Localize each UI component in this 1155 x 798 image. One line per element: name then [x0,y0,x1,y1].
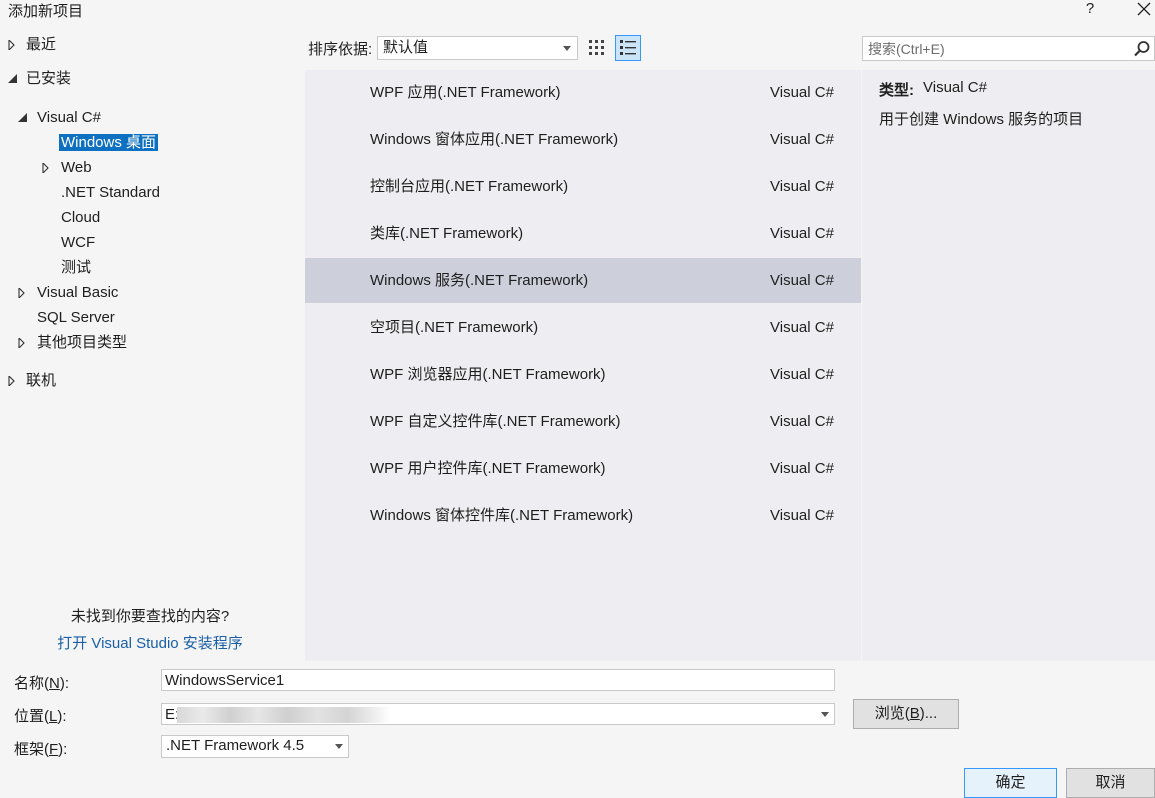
open-installer-link[interactable]: 打开 Visual Studio 安装程序 [0,632,300,653]
template-language: Visual C# [770,507,834,524]
name-field[interactable] [162,670,834,690]
template-row[interactable]: Windows 窗体应用(.NET Framework) Visual C# [305,117,861,162]
close-button[interactable] [1134,0,1154,19]
sort-label: 排序依据: [308,41,373,58]
collapse-arrow-icon[interactable] [8,68,18,90]
framework-value: .NET Framework 4.5 [166,737,305,754]
template-language: Visual C# [770,84,834,101]
name-label: 名称(N): [14,675,70,692]
expand-arrow-icon[interactable] [8,370,18,392]
tree-item-label: 其他项目类型 [37,334,128,351]
template-language: Visual C# [770,272,834,289]
template-language: Visual C# [770,460,834,477]
tree-item-label: Visual C# [37,109,101,126]
template-language: Visual C# [770,225,834,242]
template-name: Windows 窗体应用(.NET Framework) [370,131,619,148]
list-view-icon [620,40,636,55]
name-field-box[interactable] [161,669,835,691]
template-row[interactable]: WPF 浏览器应用(.NET Framework) Visual C# [305,352,861,397]
browse-button[interactable]: 浏览(B)... [853,699,959,729]
search-input[interactable] [863,37,1123,60]
tree-item-label: SQL Server [37,309,115,326]
template-name: WPF 浏览器应用(.NET Framework) [370,366,606,383]
expand-arrow-icon[interactable] [18,282,28,304]
template-row[interactable]: 控制台应用(.NET Framework) Visual C# [305,164,861,209]
details-pane: 类型: Visual C# 用于创建 Windows 服务的项目 [862,70,1155,661]
template-row[interactable]: Windows 窗体控件库(.NET Framework) Visual C# [305,493,861,538]
template-name: 空项目(.NET Framework) [370,319,539,336]
expand-arrow-icon[interactable] [42,157,52,179]
type-value: Visual C# [923,79,987,96]
type-label: 类型: [879,82,914,99]
template-row[interactable]: WPF 应用(.NET Framework) Visual C# [305,70,861,115]
chevron-down-icon [335,744,343,749]
tree-item-wcf[interactable]: WCF [61,232,95,256]
location-label: 位置(L): [14,708,67,725]
template-row-selected[interactable]: Windows 服务(.NET Framework) Visual C# [305,258,861,303]
location-combo[interactable] [161,703,835,725]
tree-item-label: 最近 [26,36,57,53]
search-box[interactable] [862,36,1155,61]
tree-item-label: Web [61,159,92,176]
template-name: WPF 应用(.NET Framework) [370,84,561,101]
template-description: 用于创建 Windows 服务的项目 [879,111,1084,128]
close-icon [1137,2,1151,16]
tree-item-net-standard[interactable]: .NET Standard [61,182,160,206]
template-row[interactable]: 空项目(.NET Framework) Visual C# [305,305,861,350]
template-language: Visual C# [770,366,834,383]
sort-select-value: 默认值 [383,39,429,56]
cancel-button[interactable]: 取消 [1066,768,1155,798]
tree-item-label: WCF [61,234,96,251]
template-name: WPF 自定义控件库(.NET Framework) [370,413,621,430]
collapse-arrow-icon[interactable] [18,107,28,129]
template-name: Windows 服务(.NET Framework) [370,272,589,289]
tree-item-windows-desktop[interactable]: Windows 桌面 [59,132,159,156]
list-view-button[interactable] [615,35,641,61]
dialog-title: 添加新项目 [8,3,84,20]
tree-item-label: .NET Standard [61,184,160,201]
grid-view-icon [589,40,604,55]
template-list: WPF 应用(.NET Framework) Visual C# Windows… [305,70,861,661]
tree-item-label: 测试 [61,259,92,276]
template-name: Windows 窗体控件库(.NET Framework) [370,507,634,524]
help-button[interactable]: ? [1080,0,1100,18]
template-name: WPF 用户控件库(.NET Framework) [370,460,606,477]
tree-item-label: 已安装 [26,70,72,87]
template-language: Visual C# [770,178,834,195]
chevron-down-icon [563,46,571,51]
not-found-text: 未找到你要查找的内容? [70,608,230,625]
template-language: Visual C# [770,319,834,336]
search-icon[interactable] [1133,40,1151,58]
ok-button[interactable]: 确定 [964,768,1057,798]
template-name: 控制台应用(.NET Framework) [370,178,569,195]
template-row[interactable]: 类库(.NET Framework) Visual C# [305,211,861,256]
template-language: Visual C# [770,413,834,430]
tree-item-test[interactable]: 测试 [61,257,91,281]
tree-item-cloud[interactable]: Cloud [61,207,100,231]
framework-select[interactable]: .NET Framework 4.5 [161,735,349,758]
chevron-down-icon[interactable] [821,712,829,717]
tree-item-label: 联机 [26,372,57,389]
expand-arrow-icon[interactable] [18,332,28,354]
framework-label: 框架(F): [14,741,68,758]
redacted-path [177,707,390,723]
grid-view-button[interactable] [586,36,608,60]
template-name: 类库(.NET Framework) [370,225,524,242]
tree-item-label: Cloud [61,209,101,226]
tree-item-label: Windows 桌面 [59,134,159,151]
template-language: Visual C# [770,131,834,148]
sort-select[interactable]: 默认值 [377,36,578,60]
tree-item-sql-server[interactable]: SQL Server [37,307,115,331]
template-row[interactable]: WPF 用户控件库(.NET Framework) Visual C# [305,446,861,491]
bottom-form: 名称(N): 位置(L): 浏览(B)... 框架(F): .NET Frame… [0,661,1155,798]
tree-item-label: Visual Basic [37,284,119,301]
expand-arrow-icon[interactable] [8,34,18,56]
template-row[interactable]: WPF 自定义控件库(.NET Framework) Visual C# [305,399,861,444]
